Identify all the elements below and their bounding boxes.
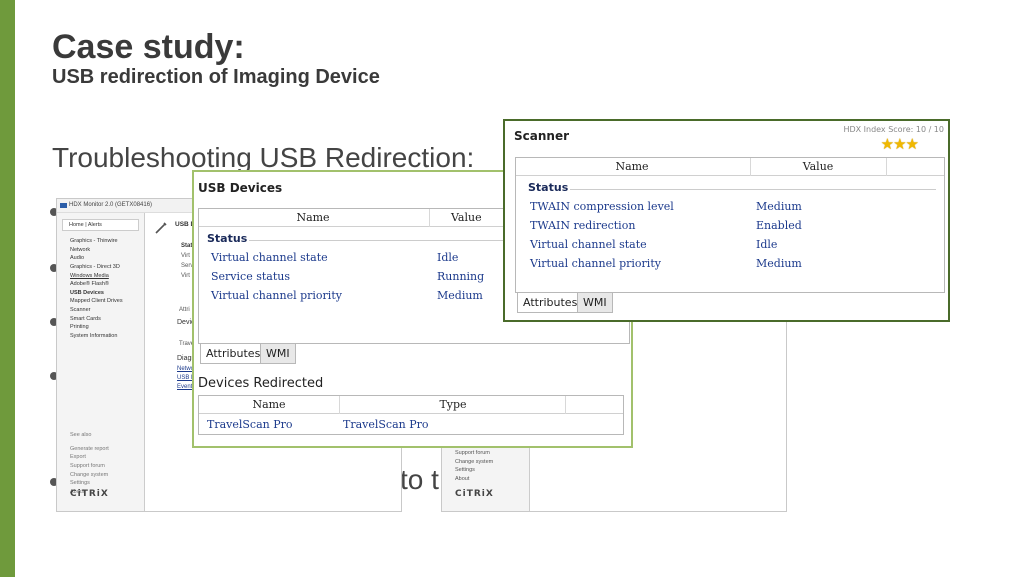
wrench-icon [155, 222, 167, 234]
nav-item-mapped-client-drives[interactable]: Mapped Client Drives [57, 297, 144, 306]
nav-item-usb-devices[interactable]: USB Devices [57, 289, 144, 298]
scanner-row-name: Virtual channel priority [530, 257, 661, 270]
link-about[interactable]: About [455, 475, 493, 484]
scanner-row-name: TWAIN redirection [530, 219, 636, 232]
content-row: Virt [181, 273, 190, 279]
nav-item-smart-cards[interactable]: Smart Cards [57, 314, 144, 323]
link-settings[interactable]: Settings [455, 466, 493, 475]
link-change-system[interactable]: Change system [70, 470, 109, 479]
star-rating-icon: ★★★ [880, 135, 919, 153]
usb-row-value: Idle [437, 251, 459, 264]
nav-item-printing[interactable]: Printing [57, 323, 144, 332]
citrix-logo: CiTRiX [455, 489, 494, 499]
link-support-forum[interactable]: Support forum [455, 449, 493, 458]
slide-subtitle: USB redirection of Imaging Device [52, 66, 380, 88]
device-row-type[interactable]: TravelScan Pro [343, 418, 429, 431]
devices-grid-header: Name Type [199, 396, 623, 414]
link-change-system[interactable]: Change system [455, 458, 493, 467]
usb-row-value: Running [437, 270, 485, 283]
scanner-row-name: TWAIN compression level [530, 200, 674, 213]
usb-col-name[interactable]: Name [199, 211, 427, 224]
nav-item-system-information[interactable]: System Information [57, 332, 144, 341]
content-attributes-tab[interactable]: Attri [179, 307, 190, 313]
scanner-dialog-title: Scanner [514, 129, 569, 143]
link-generate-report[interactable]: Generate report [70, 445, 109, 454]
nav-item-graphics-direct3d[interactable]: Graphics - Direct 3D [57, 263, 144, 272]
scanner-row-value: Idle [756, 238, 778, 251]
scanner-grid-header: Name Value [516, 158, 944, 176]
scanner-row-value: Medium [756, 257, 802, 270]
scanner-col-name[interactable]: Name [516, 160, 748, 173]
bullet-text-fragment: to t [400, 464, 439, 495]
home-alerts-button[interactable]: Home | Alerts [62, 219, 139, 231]
nav-item-scanner[interactable]: Scanner [57, 306, 144, 315]
slide-accent-bar [0, 0, 15, 577]
tab-wmi[interactable]: WMI [577, 292, 613, 313]
usb-group-status: Status [207, 232, 248, 245]
content-link[interactable]: Event [177, 384, 192, 390]
devices-col-type[interactable]: Type [341, 398, 565, 411]
usb-col-value[interactable]: Value [451, 211, 511, 224]
link-export[interactable]: Export [70, 453, 109, 462]
nav-item-graphics-thinwire[interactable]: Graphics - Thinwire [57, 237, 144, 246]
scanner-row-value: Enabled [756, 219, 802, 232]
nav-item-windows-media[interactable]: Windows Media [57, 271, 144, 280]
tab-attributes[interactable]: Attributes [517, 293, 584, 313]
scanner-group-status: Status [528, 181, 569, 194]
hdx-nav-panel: Home | Alerts Graphics - Thinwire Networ… [57, 213, 145, 511]
scanner-row-value: Medium [756, 200, 802, 213]
nav-item-network[interactable]: Network [57, 246, 144, 255]
link-support-forum[interactable]: Support forum [70, 462, 109, 471]
devices-redirected-grid: Name Type TravelScan Pro TravelScan Pro [198, 395, 624, 435]
citrix-logo: CiTRiX [70, 489, 109, 499]
content-row: Virt [181, 253, 190, 259]
nav-item-audio[interactable]: Audio [57, 254, 144, 263]
usb-row-name: Virtual channel priority [211, 289, 342, 302]
scanner-col-value[interactable]: Value [750, 160, 886, 173]
device-row-name[interactable]: TravelScan Pro [207, 418, 293, 431]
hdx-window-title: HDX Monitor 2.0 (GETX08416) [69, 202, 153, 208]
hdx-index-score: HDX Index Score: 10 / 10 [843, 125, 944, 134]
scanner-row-name: Virtual channel state [530, 238, 647, 251]
content-status: Stat [181, 243, 193, 249]
usb-row-name: Service status [211, 270, 290, 283]
scanner-dialog: Scanner HDX Index Score: 10 / 10 ★★★ Nam… [503, 119, 950, 322]
link-settings[interactable]: Settings [70, 479, 109, 488]
usb-row-name: Virtual channel state [211, 251, 328, 264]
slide-title: Case study: [52, 28, 245, 66]
see-also-section: See also Generate report Export Support … [70, 431, 109, 496]
tab-wmi[interactable]: WMI [260, 343, 296, 364]
devices-redirected-heading: Devices Redirected [198, 376, 324, 391]
usb-row-value: Medium [437, 289, 483, 302]
tab-attributes[interactable]: Attributes [200, 344, 267, 364]
devices-col-name[interactable]: Name [199, 398, 339, 411]
monitor-icon [60, 203, 67, 208]
usb-dialog-title: USB Devices [198, 181, 283, 195]
see-also-label: See also [70, 432, 92, 439]
scanner-status-grid: Name Value Status TWAIN compression leve… [515, 157, 945, 293]
nav-item-adobe-flash[interactable]: Adobe® Flash® [57, 280, 144, 289]
